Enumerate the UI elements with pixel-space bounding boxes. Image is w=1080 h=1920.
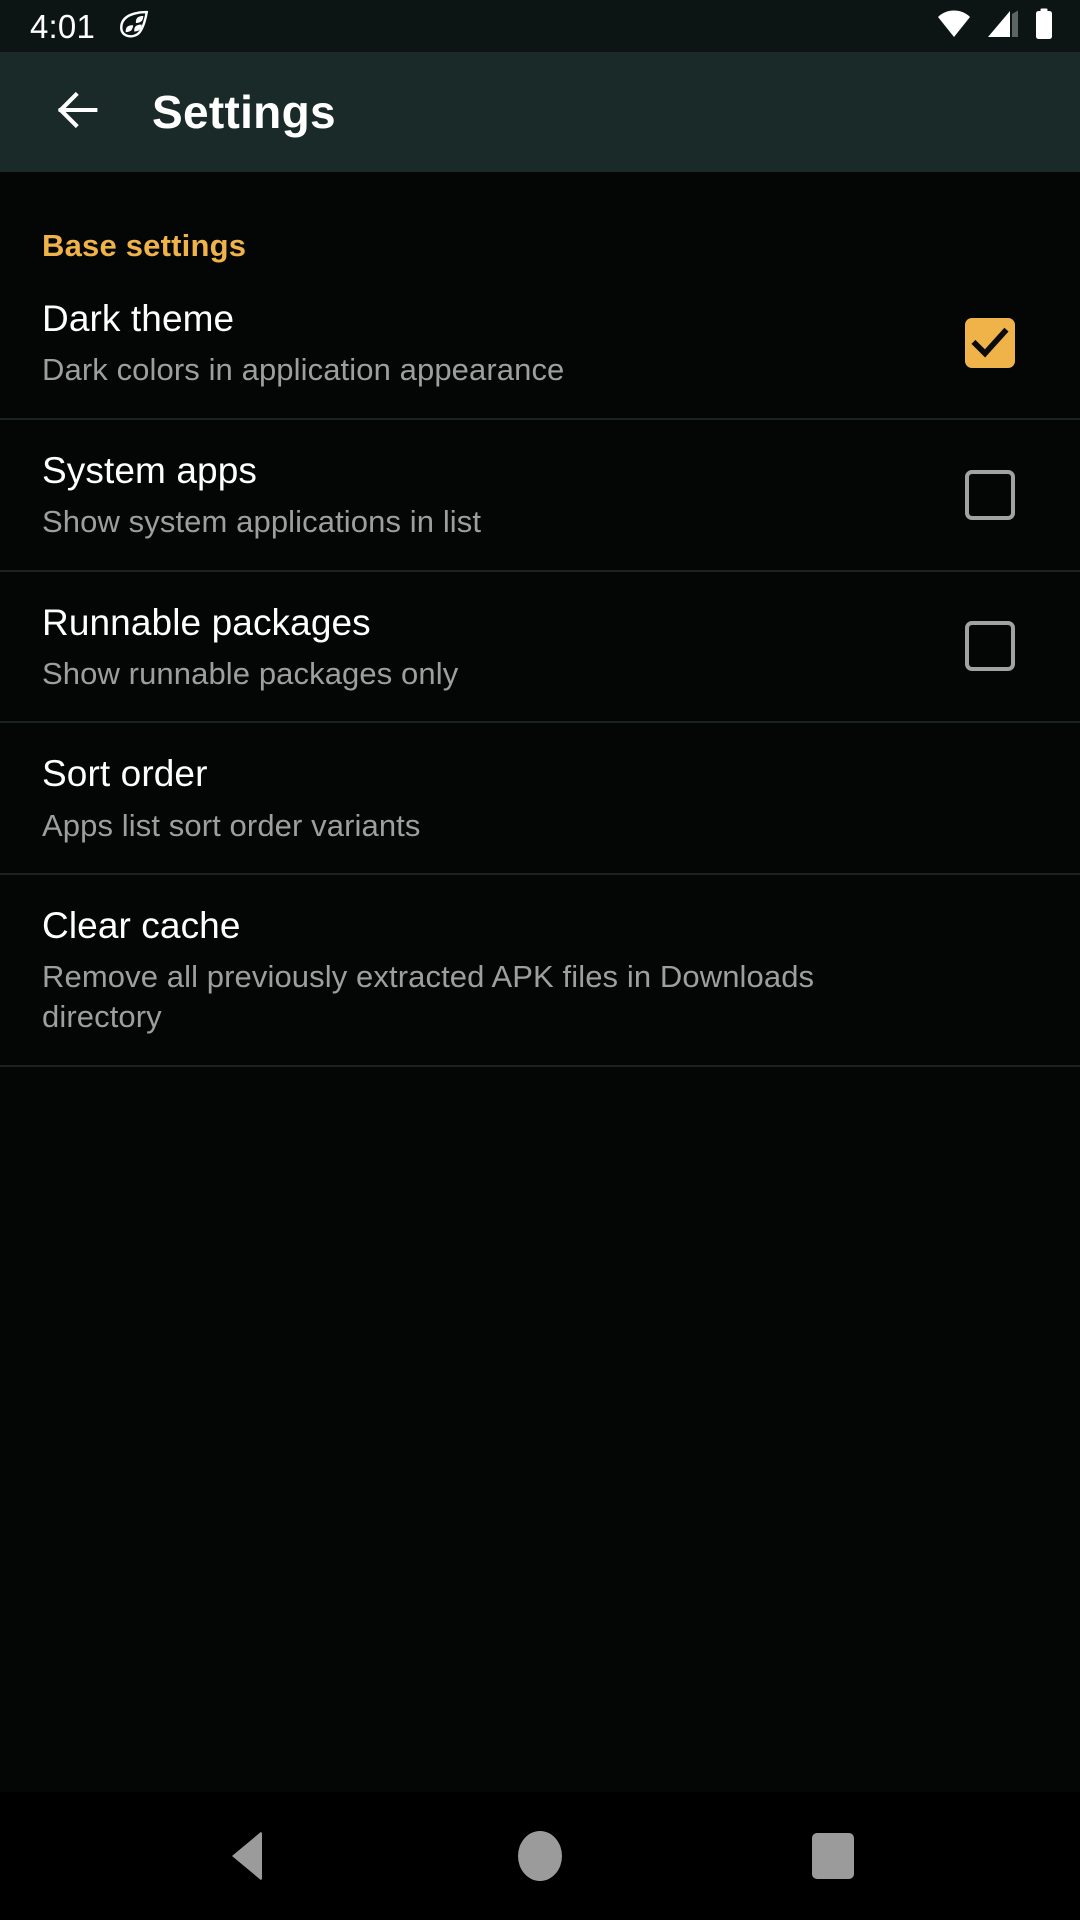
pref-title: Sort order [42,753,208,795]
pref-text: Runnable packages Show runnable packages… [42,572,924,722]
navigation-bar [0,1792,1080,1920]
app-bar: Settings [0,52,1080,172]
status-bar-left: 4:01 [30,7,151,46]
navigation-back-button[interactable] [192,1801,302,1911]
checkbox-unchecked-icon [965,469,1015,520]
wifi-icon [936,9,972,44]
checkbox-dark-theme[interactable] [942,295,1038,391]
pref-row-clear-cache[interactable]: Clear cache Remove all previously extrac… [0,875,1080,1067]
phone-screen: 4:01 Settings Base settings Dark theme D… [0,0,1080,1920]
pref-row-system-apps[interactable]: System apps Show system applications in … [0,420,1080,572]
pref-title: Dark theme [42,298,235,339]
checkbox-unchecked-icon [965,621,1015,672]
page-title: Settings [152,86,336,138]
navigation-back-icon [231,1831,262,1881]
cellular-signal-icon [986,9,1020,44]
pref-summary: Show runnable packages only [42,655,459,691]
citrus-slice-icon [117,7,151,46]
arrow-back-icon [52,84,104,141]
status-bar: 4:01 [0,0,1080,52]
navigation-recents-icon [812,1833,855,1879]
pref-row-dark-theme[interactable]: Dark theme Dark colors in application ap… [0,264,1080,420]
battery-full-icon [1034,8,1054,45]
settings-list: Base settings Dark theme Dark colors in … [0,172,1080,1792]
checkbox-runnable-packages[interactable] [942,598,1038,694]
status-bar-clock: 4:01 [30,7,96,45]
back-button[interactable] [36,70,120,154]
checkbox-checked-icon [965,317,1015,368]
pref-summary: Dark colors in application appearance [42,352,565,388]
navigation-home-button[interactable] [485,1801,595,1911]
navigation-home-icon [517,1831,562,1881]
checkbox-system-apps[interactable] [942,447,1038,543]
pref-text: System apps Show system applications in … [42,420,924,570]
pref-summary: Show system applications in list [42,503,482,539]
pref-text: Clear cache Remove all previously extrac… [42,875,1038,1064]
section-header-base-settings: Base settings [42,228,247,263]
pref-text: Sort order Apps list sort order variants [42,723,1038,873]
navigation-recents-button[interactable] [778,1801,888,1911]
pref-text: Dark theme Dark colors in application ap… [42,268,924,418]
pref-row-runnable-packages[interactable]: Runnable packages Show runnable packages… [0,572,1080,724]
pref-title: System apps [42,449,257,491]
pref-title: Clear cache [42,905,241,947]
pref-title: Runnable packages [42,601,371,643]
pref-summary: Apps list sort order variants [42,807,421,843]
pref-summary: Remove all previously extracted APK file… [42,959,815,1034]
status-bar-right [936,8,1054,45]
pref-row-sort-order[interactable]: Sort order Apps list sort order variants [0,723,1080,876]
